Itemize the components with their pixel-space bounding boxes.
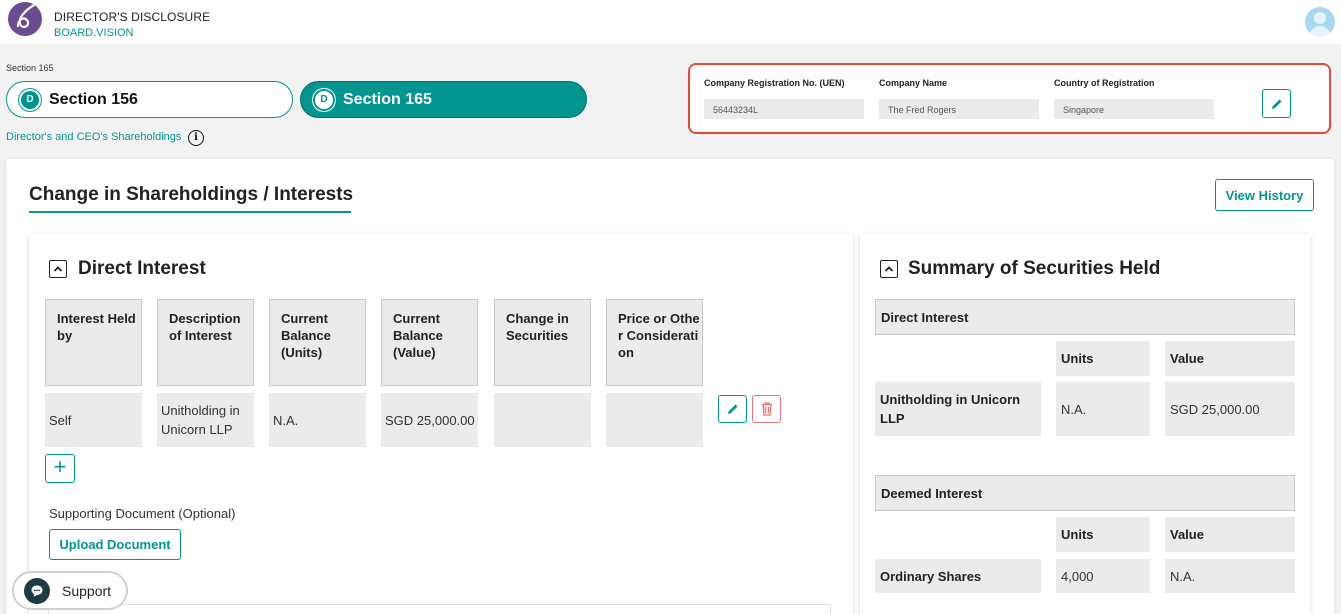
section-156-label: Section 156: [49, 90, 138, 108]
units-label: Units: [1056, 341, 1150, 376]
add-row-button[interactable]: +: [45, 454, 75, 483]
section-165-label: Section 165: [343, 90, 432, 108]
table-cell: [606, 393, 703, 447]
shareholdings-link[interactable]: Director's and CEO's Shareholdings: [6, 131, 181, 143]
app-subtitle: BOARD.VISION: [54, 27, 134, 39]
view-history-button[interactable]: View History: [1215, 179, 1314, 211]
table-cell: SGD 25,000.00: [381, 393, 478, 447]
company-name-field: The Fred Rogers: [879, 99, 1039, 119]
section-caption: Section 165: [6, 63, 54, 73]
pencil-icon: [727, 404, 737, 414]
pencil-icon: [1271, 99, 1281, 109]
support-button[interactable]: Support: [12, 571, 128, 610]
summary-direct-heading: Direct Interest: [875, 299, 1295, 335]
next-panel: [48, 604, 831, 614]
country-field: Singapore: [1054, 99, 1214, 119]
collapse-summary-button[interactable]: [880, 260, 898, 278]
chevron-up-icon: [884, 266, 894, 272]
user-avatar-icon[interactable]: [1305, 7, 1335, 37]
value-label: Value: [1165, 341, 1295, 376]
page-title: Change in Shareholdings / Interests: [29, 184, 354, 205]
chevron-up-icon: [53, 266, 63, 272]
top-bar: DIRECTOR'S DISCLOSURE BOARD.VISION: [0, 0, 1341, 44]
company-info-box: Company Registration No. (UEN) 56443234L…: [688, 63, 1331, 134]
summary-row-name: Ordinary Shares: [875, 559, 1041, 593]
table-cell: N.A.: [269, 393, 366, 447]
summary-row-units: 4,000: [1056, 559, 1150, 593]
upload-document-button[interactable]: Upload Document: [49, 529, 181, 560]
direct-interest-title: Direct Interest: [78, 258, 206, 279]
summary-row-value: N.A.: [1165, 559, 1295, 593]
board-vision-logo[interactable]: [8, 2, 42, 36]
column-header: Current Balance (Units): [269, 299, 366, 386]
director-badge-icon: D: [21, 90, 39, 109]
collapse-direct-button[interactable]: [49, 260, 67, 278]
app-title: DIRECTOR'S DISCLOSURE: [54, 10, 211, 24]
table-cell: Self: [45, 393, 142, 447]
uen-label: Company Registration No. (UEN): [704, 78, 845, 88]
country-label: Country of Registration: [1054, 78, 1155, 88]
units-label: Units: [1056, 517, 1150, 552]
edit-company-button[interactable]: [1262, 89, 1291, 118]
edit-row-button[interactable]: [718, 395, 747, 423]
chat-bubble-icon: [24, 577, 50, 604]
table-cell: [494, 393, 591, 447]
column-header: Current Balance (Value): [381, 299, 478, 386]
column-header: Change in Securities: [494, 299, 591, 386]
summary-title: Summary of Securities Held: [908, 258, 1161, 279]
value-label: Value: [1165, 517, 1295, 552]
table-cell: Unitholding in Unicorn LLP: [157, 393, 254, 447]
info-icon[interactable]: i: [188, 130, 204, 146]
section-156-button[interactable]: D Section 156: [6, 81, 293, 118]
column-header: Price or Other Consideration: [606, 299, 703, 386]
delete-row-button[interactable]: [752, 395, 781, 423]
uen-field: 56443234L: [704, 99, 864, 119]
supporting-document-label: Supporting Document (Optional): [49, 506, 236, 521]
summary-row-units: N.A.: [1056, 382, 1150, 436]
company-name-label: Company Name: [879, 78, 948, 88]
trash-icon: [761, 402, 772, 416]
summary-row-value: SGD 25,000.00: [1165, 382, 1295, 436]
support-label: Support: [62, 582, 112, 599]
column-header: Interest Held by: [45, 299, 142, 386]
summary-row-name: Unitholding in Unicorn LLP: [875, 382, 1041, 436]
section-165-button[interactable]: D Section 165: [300, 81, 587, 118]
column-header: Description of Interest: [157, 299, 254, 386]
director-badge-icon: D: [315, 90, 333, 109]
title-underline: [29, 211, 351, 213]
summary-deemed-heading: Deemed Interest: [875, 475, 1295, 511]
